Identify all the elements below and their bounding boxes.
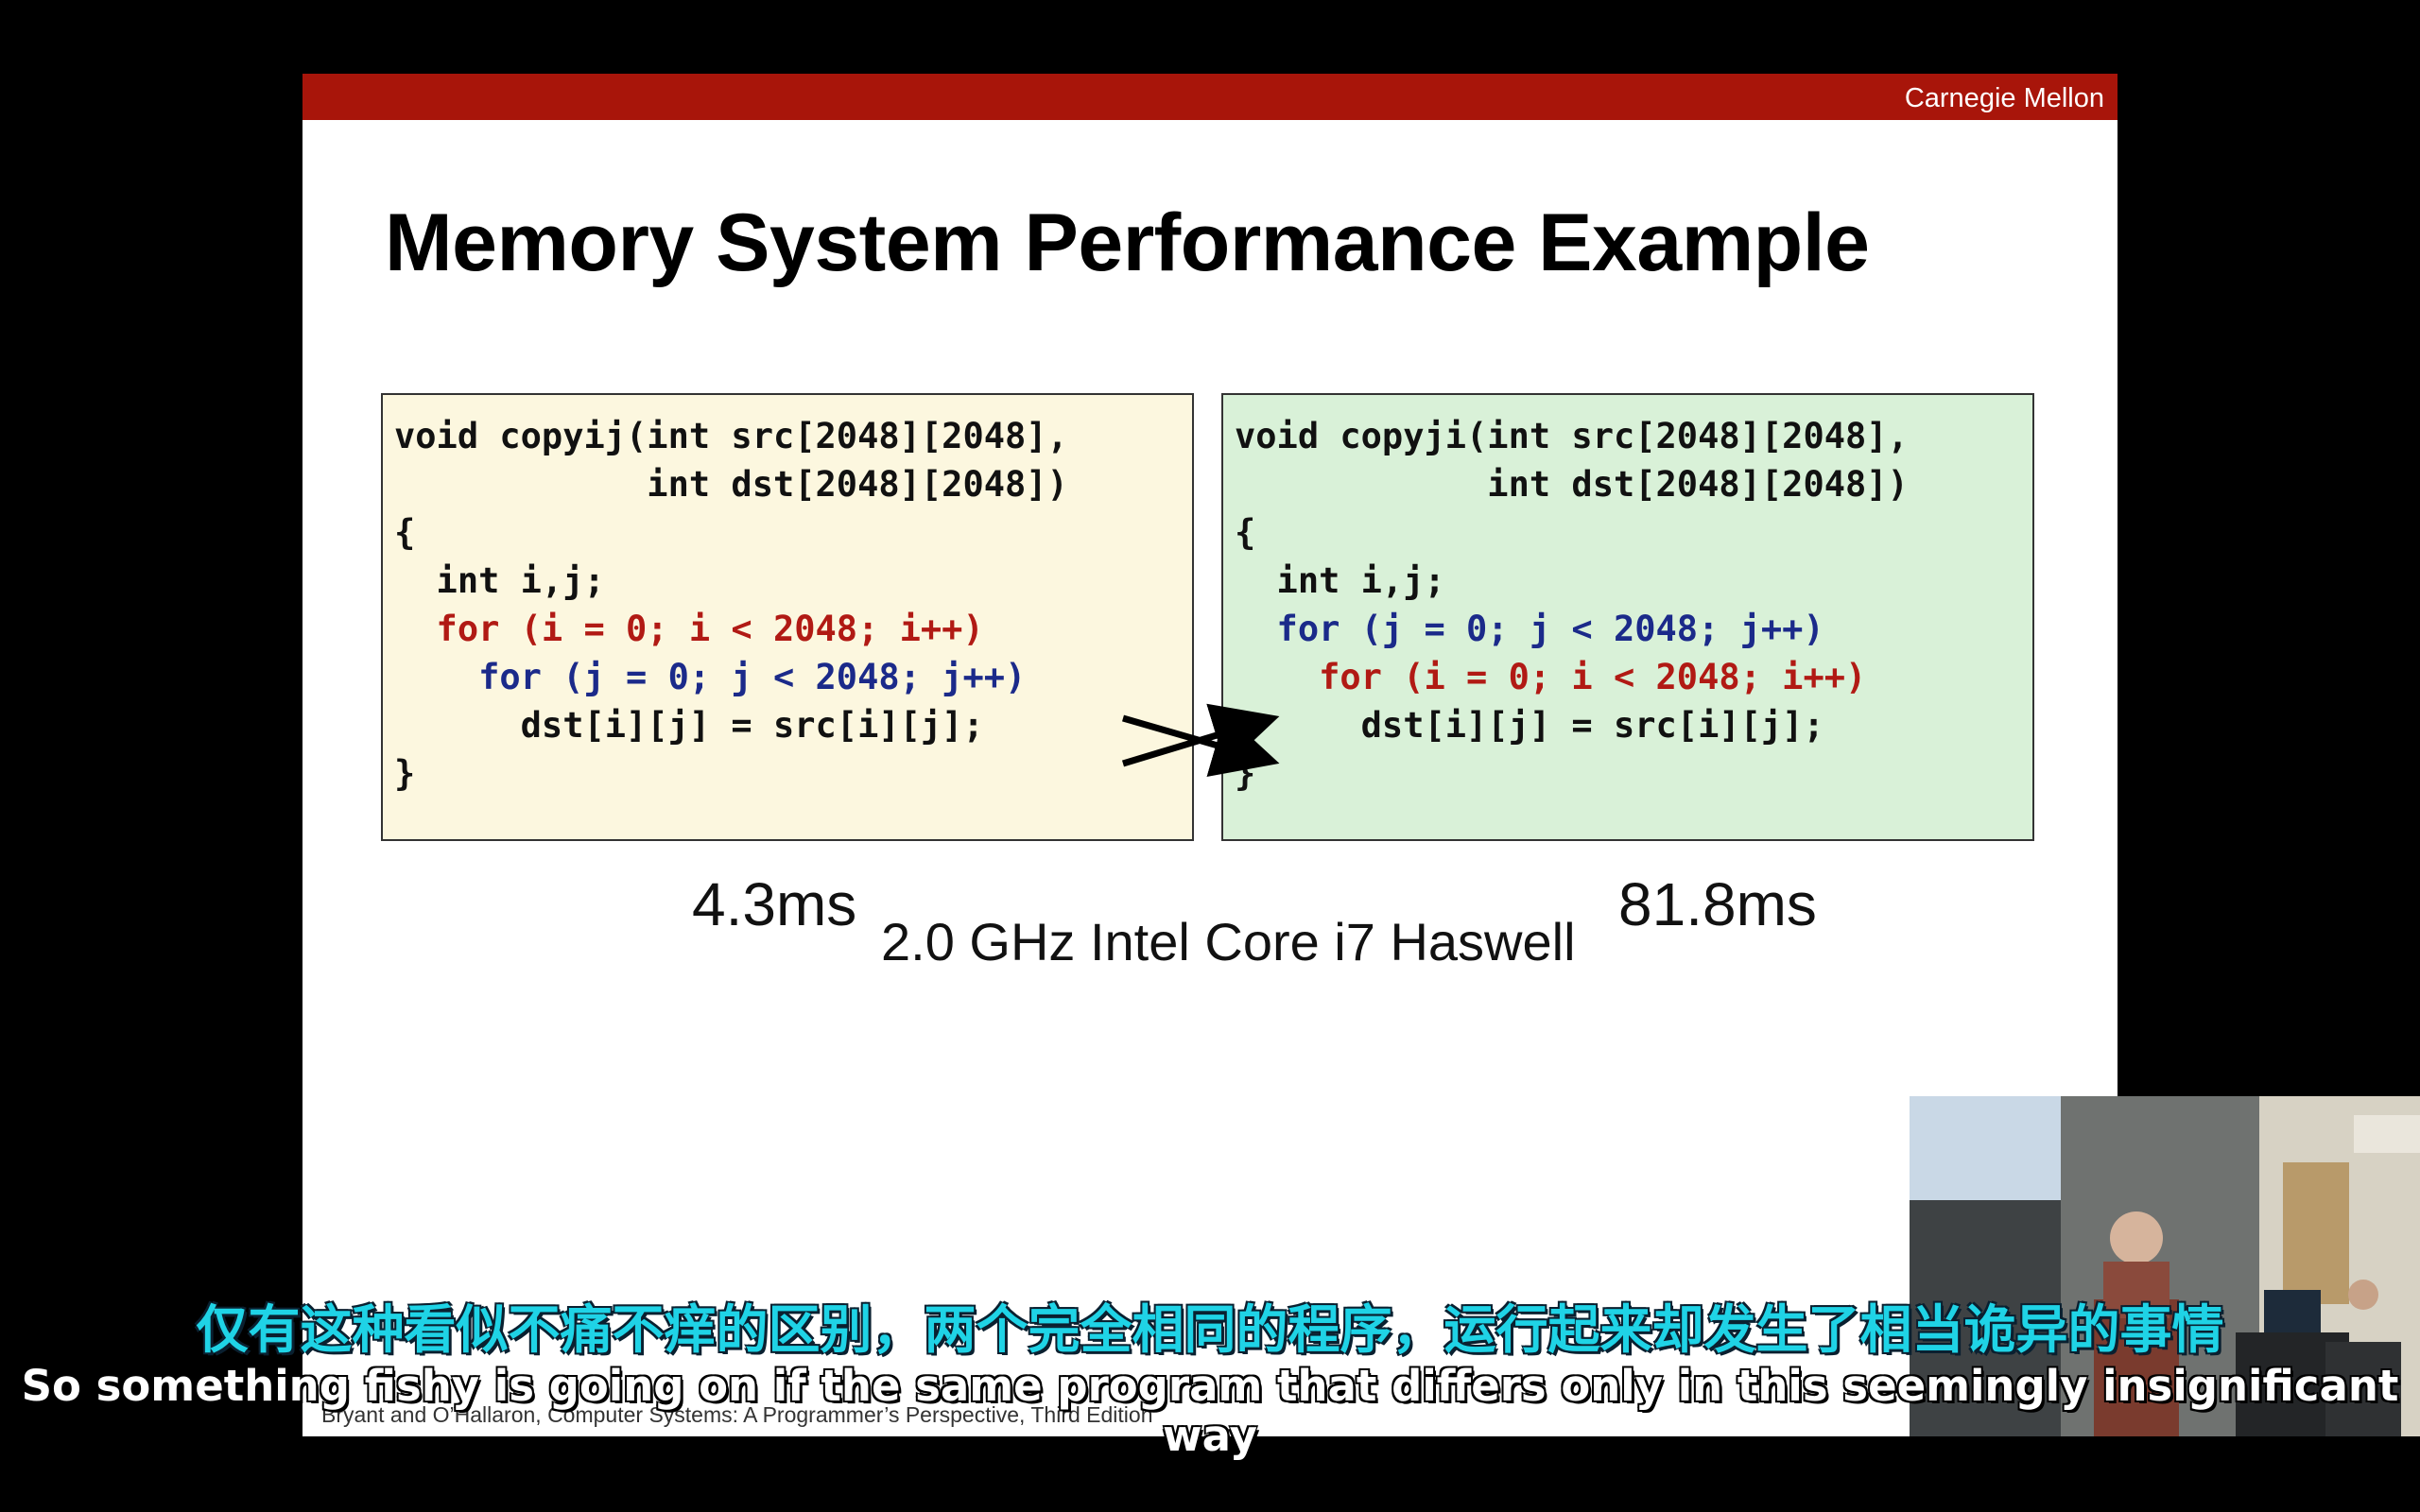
university-brand: Carnegie Mellon	[1904, 83, 2104, 113]
code-block-copyij: void copyij(int src[2048][2048], int dst…	[394, 412, 1068, 798]
outer-loop-line: for (j = 0; j < 2048; j++)	[1235, 609, 1824, 649]
code-line: void copyji(int src[2048][2048],	[1235, 416, 1909, 456]
code-line: }	[394, 753, 416, 794]
cpu-label: 2.0 GHz Intel Core i7 Haswell	[881, 912, 1576, 971]
code-block-copyji: void copyji(int src[2048][2048], int dst…	[1235, 412, 1909, 798]
code-line: dst[i][j] = src[i][j];	[394, 705, 984, 746]
outer-loop-line: for (i = 0; i < 2048; i++)	[394, 609, 984, 649]
inner-loop-line: for (i = 0; i < 2048; i++)	[1235, 657, 1867, 697]
slide-title: Memory System Performance Example	[385, 198, 1870, 288]
code-line: {	[394, 512, 416, 553]
code-line: int i,j;	[394, 560, 605, 601]
code-line: void copyij(int src[2048][2048],	[394, 416, 1068, 456]
code-line: int dst[2048][2048])	[1235, 464, 1909, 505]
copyij-time: 4.3ms	[692, 870, 857, 938]
code-line: {	[1235, 512, 1256, 553]
code-box-copyji: void copyji(int src[2048][2048], int dst…	[1221, 393, 2034, 841]
swap-arrows-icon	[1121, 703, 1280, 778]
code-box-copyij: void copyij(int src[2048][2048], int dst…	[381, 393, 1194, 841]
slide: Carnegie Mellon Memory System Performanc…	[302, 74, 2118, 1436]
english-subtitle: So something fishy is going on if the sa…	[21, 1361, 2399, 1461]
slide-header-bar: Carnegie Mellon	[302, 74, 2118, 120]
chinese-subtitle: 仅有这种看似不痛不痒的区别，两个完全相同的程序，运行起来却发生了相当诡异的事情	[196, 1299, 2224, 1360]
inner-loop-line: for (j = 0; j < 2048; j++)	[394, 657, 1027, 697]
code-line: dst[i][j] = src[i][j];	[1235, 705, 1824, 746]
copyji-time: 81.8ms	[1618, 870, 1817, 938]
code-line: int dst[2048][2048])	[394, 464, 1068, 505]
code-line: int i,j;	[1235, 560, 1445, 601]
